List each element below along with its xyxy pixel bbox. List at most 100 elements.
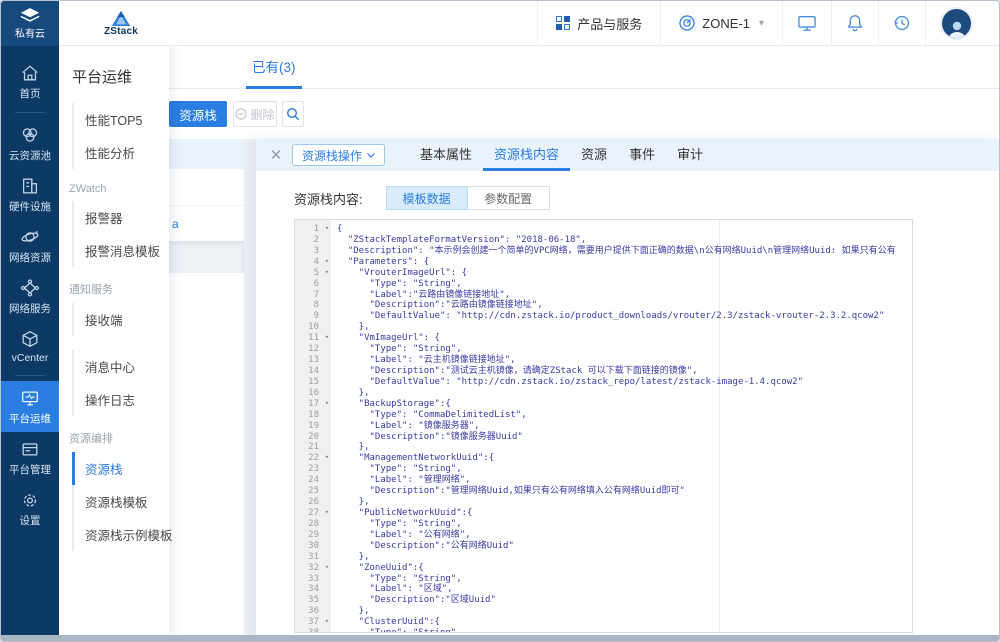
- table-row[interactable]: a: [169, 206, 244, 241]
- delete-button[interactable]: 删除: [233, 101, 277, 127]
- sidebar-item-label: 设置: [20, 513, 41, 528]
- zstack-logo-icon: [111, 10, 131, 27]
- sidebar-item-4[interactable]: 网络资源: [1, 220, 59, 271]
- stack-actions-dropdown[interactable]: 资源栈操作: [292, 144, 385, 166]
- horizontal-scrollbar[interactable]: [1, 635, 1000, 642]
- vcenter-icon: [20, 329, 40, 349]
- zstack-logo-text: ZStack: [104, 26, 138, 37]
- code-line: "VrouterImageUrl": {: [337, 268, 912, 279]
- fold-toggle-icon[interactable]: ▾: [325, 452, 329, 463]
- line-number: 7: [295, 290, 331, 301]
- user-menu[interactable]: [925, 1, 1000, 46]
- subnav-item[interactable]: 操作日志: [72, 383, 169, 416]
- sidebar-divider: [15, 112, 45, 113]
- stack-list-header: [169, 139, 244, 169]
- drawer-tab[interactable]: 资源栈内容: [483, 139, 570, 171]
- code-line: "Type": "String",: [337, 344, 912, 355]
- chevron-down-icon: [367, 153, 375, 158]
- cloud-pools-icon: [20, 125, 40, 145]
- sidebar-item-label: 网络服务: [9, 301, 51, 316]
- template-code-editor[interactable]: 1▾234▾5▾67891011▾121314151617▾1819202122…: [294, 219, 913, 633]
- code-line: },: [337, 606, 912, 617]
- segment-button[interactable]: 参数配置: [468, 186, 550, 210]
- list-tabbar: 已有(3): [169, 46, 1000, 89]
- fold-toggle-icon[interactable]: ▾: [325, 223, 329, 234]
- stack-name-link[interactable]: a: [169, 217, 179, 231]
- sidebar-item-1[interactable]: 首页: [1, 56, 59, 107]
- drawer-tab[interactable]: 事件: [618, 139, 666, 171]
- drawer-tab[interactable]: 资源: [570, 139, 618, 171]
- brand-label: 私有云: [15, 25, 45, 40]
- top-header: ZStack 产品与服务 ZONE-1 ▾: [59, 1, 1000, 46]
- brand-block[interactable]: 私有云: [1, 1, 59, 46]
- editor-code[interactable]: { "ZStackTemplateFormatVersion": "2018-0…: [331, 220, 912, 632]
- code-line: "DefaultValue": "http://cdn.zstack.io/zs…: [337, 377, 912, 388]
- zone-selector[interactable]: ZONE-1 ▾: [660, 1, 782, 46]
- app-window: 私有云 ZStack 产品与服务: [0, 0, 1000, 642]
- sidebar-item-3[interactable]: 硬件设施: [1, 169, 59, 220]
- line-number: 30: [295, 541, 331, 552]
- settings-icon: [20, 490, 40, 510]
- code-line: "Label": "镜像服务器",: [337, 421, 912, 432]
- subnav-item[interactable]: 资源栈模板: [72, 485, 169, 518]
- sidebar-item-5[interactable]: 网络服务: [1, 271, 59, 322]
- search-button[interactable]: [282, 101, 304, 127]
- hardware-icon: [20, 176, 40, 196]
- stack-actions-label: 资源栈操作: [302, 147, 362, 164]
- code-line: "Description":"云路由镜像链接地址",: [337, 300, 912, 311]
- fold-toggle-icon[interactable]: ▾: [325, 256, 329, 267]
- code-line: "Type": "String",: [337, 574, 912, 585]
- close-icon[interactable]: ✕: [268, 148, 284, 163]
- segment-button[interactable]: 模板数据: [386, 186, 468, 210]
- zstack-logo[interactable]: ZStack: [104, 10, 138, 37]
- subnav-item[interactable]: 资源栈: [72, 452, 169, 485]
- drawer-tab[interactable]: 基本属性: [409, 139, 483, 171]
- history-button[interactable]: [878, 1, 925, 46]
- subnav-item[interactable]: 性能TOP5: [72, 103, 169, 136]
- subnav-item[interactable]: 性能分析: [72, 136, 169, 169]
- line-number: 18: [295, 410, 331, 421]
- sidebar-item-6[interactable]: vCenter: [1, 322, 59, 370]
- drawer-tab[interactable]: 审计: [666, 139, 714, 171]
- operations-icon: [20, 388, 40, 408]
- subnav-item[interactable]: 消息中心: [72, 350, 169, 383]
- home-icon: [20, 63, 40, 83]
- products-services-menu[interactable]: 产品与服务: [537, 1, 660, 46]
- subnav-item[interactable]: 报警消息模板: [72, 234, 169, 267]
- grid-icon: [556, 16, 570, 30]
- sidebar-item-9[interactable]: 设置: [1, 483, 59, 534]
- tab-existing-stacks[interactable]: 已有(3): [246, 46, 302, 89]
- notifications-button[interactable]: [831, 1, 878, 46]
- stack-detail-drawer: ✕ 资源栈操作 基本属性资源栈内容资源事件审计 资源栈内容: 模板数据参数配置 …: [256, 139, 1000, 635]
- network-resource-icon: [20, 227, 40, 247]
- create-stack-button[interactable]: 资源栈: [169, 101, 227, 127]
- code-line: "Label": "管理网络",: [337, 475, 912, 486]
- minus-circle-icon: [235, 108, 247, 120]
- console-button[interactable]: [782, 1, 831, 46]
- subnav-item[interactable]: 接收端: [72, 303, 169, 336]
- code-line: "Label": "公有网络",: [337, 530, 912, 541]
- fold-toggle-icon[interactable]: ▾: [325, 562, 329, 573]
- line-number: 38: [295, 628, 331, 633]
- subnav-item[interactable]: 资源栈示例模板: [72, 518, 169, 551]
- code-line: "Label":"云路由镜像链接地址",: [337, 290, 912, 301]
- line-number: 12: [295, 344, 331, 355]
- panel-gap: [244, 139, 256, 635]
- sidebar-item-8[interactable]: 平台管理: [1, 432, 59, 483]
- fold-toggle-icon[interactable]: ▾: [325, 398, 329, 409]
- line-number: 9: [295, 311, 331, 322]
- line-number: 34: [295, 584, 331, 595]
- line-number: 13: [295, 355, 331, 366]
- fold-toggle-icon[interactable]: ▾: [325, 616, 329, 627]
- code-line: "Description":"公有网络Uuid": [337, 541, 912, 552]
- sidebar-item-2[interactable]: 云资源池: [1, 118, 59, 169]
- fold-toggle-icon[interactable]: ▾: [325, 332, 329, 343]
- line-number: 1▾: [295, 224, 331, 235]
- sidebar-item-7[interactable]: 平台运维: [1, 381, 59, 432]
- fold-toggle-icon[interactable]: ▾: [325, 507, 329, 518]
- fold-toggle-icon[interactable]: ▾: [325, 267, 329, 278]
- line-number: 23: [295, 464, 331, 475]
- table-row[interactable]: [169, 169, 244, 206]
- line-number: 15: [295, 377, 331, 388]
- subnav-item[interactable]: 报警器: [72, 201, 169, 234]
